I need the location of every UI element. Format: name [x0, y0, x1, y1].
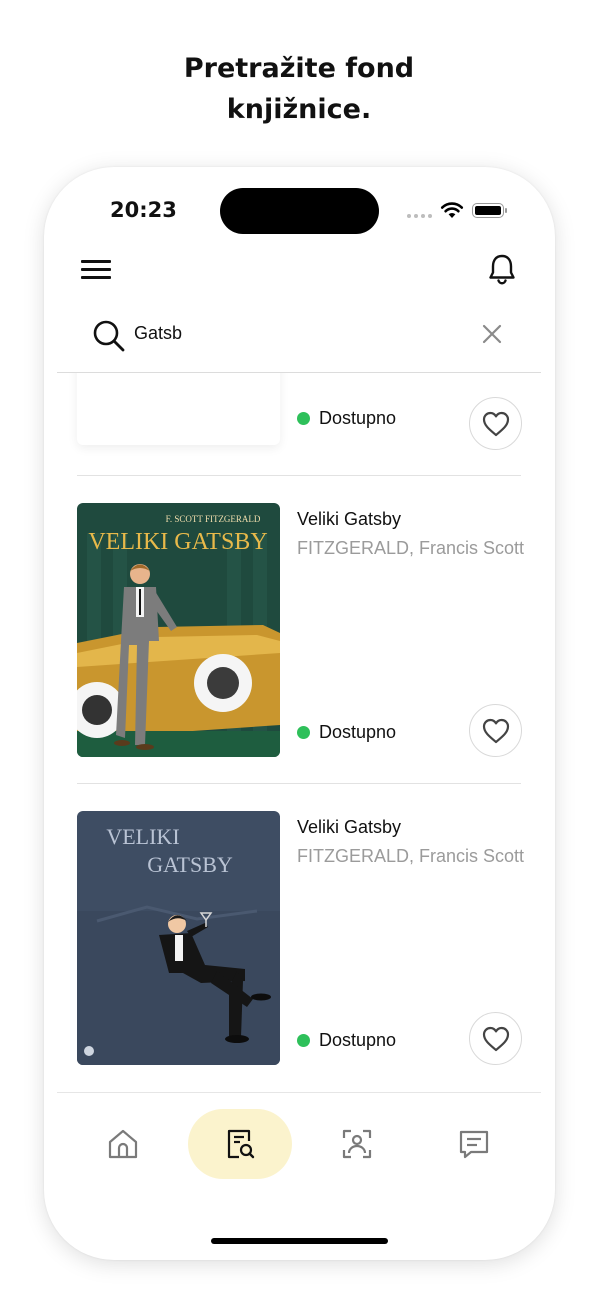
book-cover[interactable]: F. SCOTT FITZGERALD VELIKI GATSBY — [77, 503, 280, 757]
book-title[interactable]: Veliki Gatsby — [297, 509, 401, 530]
tab-scan[interactable] — [305, 1109, 409, 1179]
search-bar — [92, 315, 512, 355]
tab-home[interactable] — [71, 1109, 175, 1179]
results-list[interactable]: Dostupno F. SCOTT FITZGERALD VELIKI GATS… — [44, 373, 555, 1092]
close-icon — [482, 324, 502, 344]
book-cover-art: VELIKI GATSBY — [77, 811, 280, 1065]
availability-status: Dostupno — [297, 1030, 396, 1051]
book-title[interactable]: Veliki Gatsby — [297, 817, 401, 838]
result-card[interactable]: Dostupno — [77, 373, 522, 450]
status-time: 20:23 — [110, 198, 177, 222]
headline-line-2: knjižnice. — [226, 94, 372, 125]
battery-icon — [472, 203, 507, 218]
book-cover[interactable]: VELIKI GATSBY — [77, 811, 280, 1065]
tab-search[interactable] — [188, 1109, 292, 1179]
cover-title-text: VELIKI GATSBY — [88, 529, 267, 555]
headline-line-1: Pretražite fond — [183, 53, 415, 84]
tab-messages[interactable] — [422, 1109, 526, 1179]
search-icon — [93, 320, 125, 352]
home-icon — [108, 1129, 138, 1159]
availability-dot — [297, 412, 310, 425]
face-scan-icon — [342, 1129, 372, 1159]
wifi-icon — [440, 202, 464, 218]
heart-icon — [482, 718, 509, 743]
favorite-button[interactable] — [469, 704, 522, 757]
availability-dot — [297, 1034, 310, 1047]
list-separator — [77, 475, 521, 476]
heart-icon — [482, 411, 509, 436]
result-card[interactable]: F. SCOTT FITZGERALD VELIKI GATSBY Veliki… — [77, 503, 525, 757]
list-separator — [77, 783, 521, 784]
book-cover-art: F. SCOTT FITZGERALD VELIKI GATSBY — [77, 503, 280, 757]
clear-search-button[interactable] — [482, 324, 502, 349]
book-cover[interactable] — [77, 373, 280, 445]
heart-icon — [482, 1026, 509, 1051]
favorite-button[interactable] — [469, 1012, 522, 1065]
tab-bar-divider — [57, 1092, 541, 1093]
cover-title-line-1: VELIKI — [106, 824, 179, 849]
home-indicator[interactable] — [211, 1238, 388, 1244]
result-card[interactable]: VELIKI GATSBY Veliki Gatsby FITZGERALD, … — [77, 811, 525, 1065]
phone-frame: 20:23 Gatsb Dostupno F. SCOTT FITZGERALD… — [44, 167, 555, 1260]
availability-status: Dostupno — [297, 408, 396, 429]
dynamic-island — [220, 188, 379, 234]
menu-button[interactable] — [81, 257, 113, 283]
availability-dot — [297, 726, 310, 739]
cellular-signal-icon — [407, 214, 432, 218]
search-input[interactable] — [134, 323, 434, 344]
cover-author-text: F. SCOTT FITZGERALD — [166, 514, 261, 524]
notifications-button[interactable] — [484, 251, 520, 287]
availability-label: Dostupno — [319, 408, 397, 428]
bell-icon — [489, 254, 515, 285]
page-headline: Pretražite fond knjižnice. — [0, 48, 598, 130]
chat-icon — [459, 1130, 489, 1159]
book-author: FITZGERALD, Francis Scott — [297, 846, 525, 866]
availability-label: Dostupno — [319, 1030, 397, 1050]
availability-label: Dostupno — [319, 722, 397, 742]
cover-title-line-2: GATSBY — [147, 852, 233, 877]
favorite-button[interactable] — [469, 397, 522, 450]
book-search-icon — [227, 1129, 255, 1159]
book-author: FITZGERALD, Francis Scott — [297, 538, 525, 558]
availability-status: Dostupno — [297, 722, 396, 743]
